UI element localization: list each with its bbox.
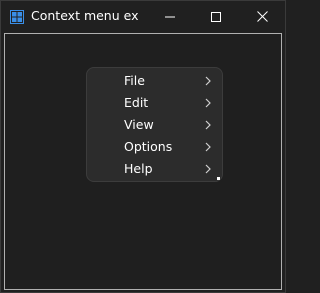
- chevron-right-icon: [205, 164, 211, 174]
- maximize-button[interactable]: [193, 1, 239, 32]
- chevron-right-icon: [205, 76, 211, 86]
- menu-item-help[interactable]: Help: [91, 158, 218, 180]
- menu-item-label: File: [124, 73, 145, 88]
- app-window: Context menu exa... File Edit: [0, 0, 286, 293]
- title-bar[interactable]: Context menu exa...: [1, 1, 285, 32]
- chevron-right-icon: [205, 120, 211, 130]
- minimize-icon: [165, 16, 175, 17]
- context-menu: File Edit View Options Help: [86, 67, 223, 182]
- window-title: Context menu exa...: [31, 8, 139, 23]
- menu-item-file[interactable]: File: [91, 70, 218, 92]
- menu-item-edit[interactable]: Edit: [91, 92, 218, 114]
- chevron-right-icon: [205, 98, 211, 108]
- menu-item-label: Edit: [124, 95, 149, 110]
- close-icon: [256, 11, 268, 22]
- maximize-icon: [211, 11, 221, 22]
- chevron-right-icon: [205, 142, 211, 152]
- menu-item-view[interactable]: View: [91, 114, 218, 136]
- minimize-button[interactable]: [147, 1, 193, 32]
- menu-item-options[interactable]: Options: [91, 136, 218, 158]
- app-window-icon: [10, 10, 24, 24]
- menu-item-label: Help: [124, 161, 153, 176]
- mouse-cursor-marker: [217, 177, 220, 180]
- close-button[interactable]: [239, 1, 285, 32]
- menu-item-label: View: [124, 117, 154, 132]
- menu-item-label: Options: [124, 139, 173, 154]
